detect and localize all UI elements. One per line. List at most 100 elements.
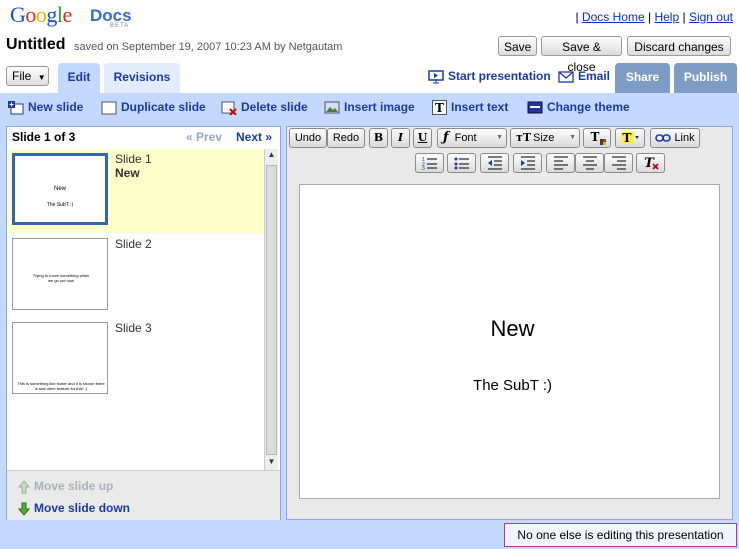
font-label: Font bbox=[454, 132, 477, 144]
new-slide-label: New slide bbox=[28, 100, 84, 114]
theme-icon bbox=[527, 101, 543, 114]
chevron-down-icon: ▼ bbox=[569, 134, 576, 141]
file-menu-label: File bbox=[12, 69, 32, 83]
email-link[interactable]: Email bbox=[558, 69, 610, 83]
envelope-icon bbox=[558, 71, 574, 83]
font-dropdown[interactable]: ƒ Font ▼ bbox=[437, 128, 507, 148]
thumb-text: This is something like footer and it is … bbox=[17, 381, 105, 391]
link-separator: | bbox=[575, 10, 579, 24]
highlight-color-button[interactable]: T bbox=[615, 128, 645, 148]
delete-slide-button[interactable]: Delete slide bbox=[221, 100, 308, 115]
text-color-button[interactable]: T bbox=[583, 128, 611, 148]
move-slide-up-label: Move slide up bbox=[34, 479, 114, 493]
size-dropdown[interactable]: тT Size ▼ bbox=[510, 128, 580, 148]
outdent-icon bbox=[487, 156, 502, 170]
delete-slide-icon bbox=[221, 101, 237, 115]
move-slide-down-button[interactable]: Move slide down bbox=[18, 501, 130, 516]
move-slide-down-label: Move slide down bbox=[34, 501, 131, 515]
redo-button[interactable]: Redo bbox=[327, 128, 365, 148]
top-links: | Docs Home | Help | Sign out bbox=[575, 10, 733, 24]
chevron-down-icon: ▼ bbox=[37, 73, 46, 82]
svg-text:3: 3 bbox=[422, 166, 425, 170]
next-slide-link[interactable]: Next » bbox=[236, 130, 272, 144]
insert-image-button[interactable]: Insert image bbox=[324, 100, 415, 114]
clear-formatting-button[interactable]: T bbox=[636, 153, 665, 173]
change-theme-label: Change theme bbox=[547, 100, 630, 114]
undo-button[interactable]: Undo bbox=[289, 128, 327, 148]
projector-icon bbox=[428, 70, 444, 84]
align-center-icon bbox=[582, 156, 597, 170]
numbered-list-icon: 123 bbox=[422, 157, 437, 172]
font-icon: ƒ bbox=[443, 130, 449, 145]
thumb-subtitle: The SubT :) bbox=[46, 202, 74, 208]
tab-publish[interactable]: Publish bbox=[674, 63, 737, 93]
slide-thumbnail[interactable]: This is something like footer and it is … bbox=[12, 322, 108, 394]
scrollbar-thumb[interactable] bbox=[266, 165, 277, 455]
delete-slide-label: Delete slide bbox=[241, 100, 308, 114]
start-presentation-link[interactable]: Start presentation bbox=[428, 69, 551, 84]
tab-revisions[interactable]: Revisions bbox=[104, 63, 180, 93]
sign-out-link[interactable]: Sign out bbox=[689, 10, 733, 24]
email-label: Email bbox=[578, 69, 611, 83]
chevron-down-icon: ▼ bbox=[496, 134, 503, 141]
slide-label: Slide 1 bbox=[115, 152, 152, 166]
slide-count: Slide 1 of 3 bbox=[12, 130, 76, 144]
slide-list-item[interactable]: This is something like footer and it is … bbox=[8, 318, 264, 402]
decrease-indent-button[interactable] bbox=[480, 153, 509, 173]
tab-edit[interactable]: Edit bbox=[58, 63, 100, 93]
slide-name: New bbox=[115, 166, 140, 180]
text-color-icon: T bbox=[591, 130, 606, 145]
scroll-up-arrow-icon[interactable]: ▲ bbox=[266, 150, 277, 162]
editing-status: No one else is editing this presentation bbox=[504, 523, 737, 547]
thumb-title: New bbox=[53, 186, 66, 192]
help-link[interactable]: Help bbox=[654, 10, 679, 24]
link-separator: | bbox=[682, 10, 686, 24]
arrow-up-icon bbox=[18, 480, 30, 494]
numbered-list-button[interactable]: 123 bbox=[415, 153, 444, 173]
svg-text:T: T bbox=[591, 130, 600, 144]
link-button[interactable]: Link bbox=[650, 128, 700, 148]
slide-thumbnail[interactable]: New The SubT :) bbox=[12, 153, 108, 225]
duplicate-slide-button[interactable]: Duplicate slide bbox=[101, 100, 206, 115]
docs-home-link[interactable]: Docs Home bbox=[582, 10, 645, 24]
save-button[interactable]: Save bbox=[498, 36, 537, 56]
slide-list-item[interactable]: Trying to move something when we go out … bbox=[8, 234, 264, 318]
insert-text-button[interactable]: T Insert text bbox=[432, 100, 508, 116]
slide-title-text[interactable]: New bbox=[299, 316, 726, 342]
slide-thumbnail[interactable]: Trying to move something when we go out … bbox=[12, 238, 108, 310]
increase-indent-button[interactable] bbox=[513, 153, 542, 173]
tab-share[interactable]: Share bbox=[615, 63, 670, 93]
change-theme-button[interactable]: Change theme bbox=[527, 100, 630, 114]
duplicate-slide-icon bbox=[101, 101, 117, 115]
highlight-icon: T bbox=[621, 131, 639, 145]
new-slide-icon bbox=[8, 100, 24, 115]
bulleted-list-button[interactable] bbox=[447, 153, 476, 173]
save-close-button[interactable]: Save & close bbox=[541, 36, 622, 74]
slide-label: Slide 2 bbox=[115, 237, 152, 251]
align-right-button[interactable] bbox=[604, 153, 633, 173]
bold-button[interactable]: B bbox=[369, 128, 388, 148]
align-center-button[interactable] bbox=[575, 153, 604, 173]
align-right-icon bbox=[611, 156, 626, 170]
new-slide-button[interactable]: New slide bbox=[8, 100, 83, 115]
google-logo[interactable]: Google bbox=[10, 2, 72, 28]
italic-button[interactable]: I bbox=[391, 128, 410, 148]
link-icon bbox=[655, 134, 672, 142]
indent-icon bbox=[520, 156, 535, 170]
align-left-button[interactable] bbox=[546, 153, 575, 173]
prev-slide-link[interactable]: « Prev bbox=[186, 130, 222, 144]
arrow-down-icon bbox=[18, 502, 30, 516]
size-icon: тT bbox=[516, 131, 532, 144]
slide-list-scrollbar[interactable]: ▲ ▼ bbox=[264, 149, 278, 470]
document-title[interactable]: Untitled bbox=[6, 36, 66, 54]
text-icon: T bbox=[432, 100, 447, 116]
slide-list-item[interactable]: New The SubT :) Slide 1 New bbox=[8, 149, 264, 233]
slide-subtitle-text[interactable]: The SubT :) bbox=[299, 377, 726, 394]
move-slide-up-button[interactable]: Move slide up bbox=[18, 479, 113, 494]
discard-changes-button[interactable]: Discard changes bbox=[627, 36, 731, 56]
link-separator: | bbox=[647, 10, 652, 24]
file-menu-button[interactable]: File ▼ bbox=[6, 66, 49, 86]
underline-button[interactable]: U bbox=[413, 128, 432, 148]
scroll-down-arrow-icon[interactable]: ▼ bbox=[266, 457, 277, 469]
duplicate-slide-label: Duplicate slide bbox=[121, 100, 206, 114]
